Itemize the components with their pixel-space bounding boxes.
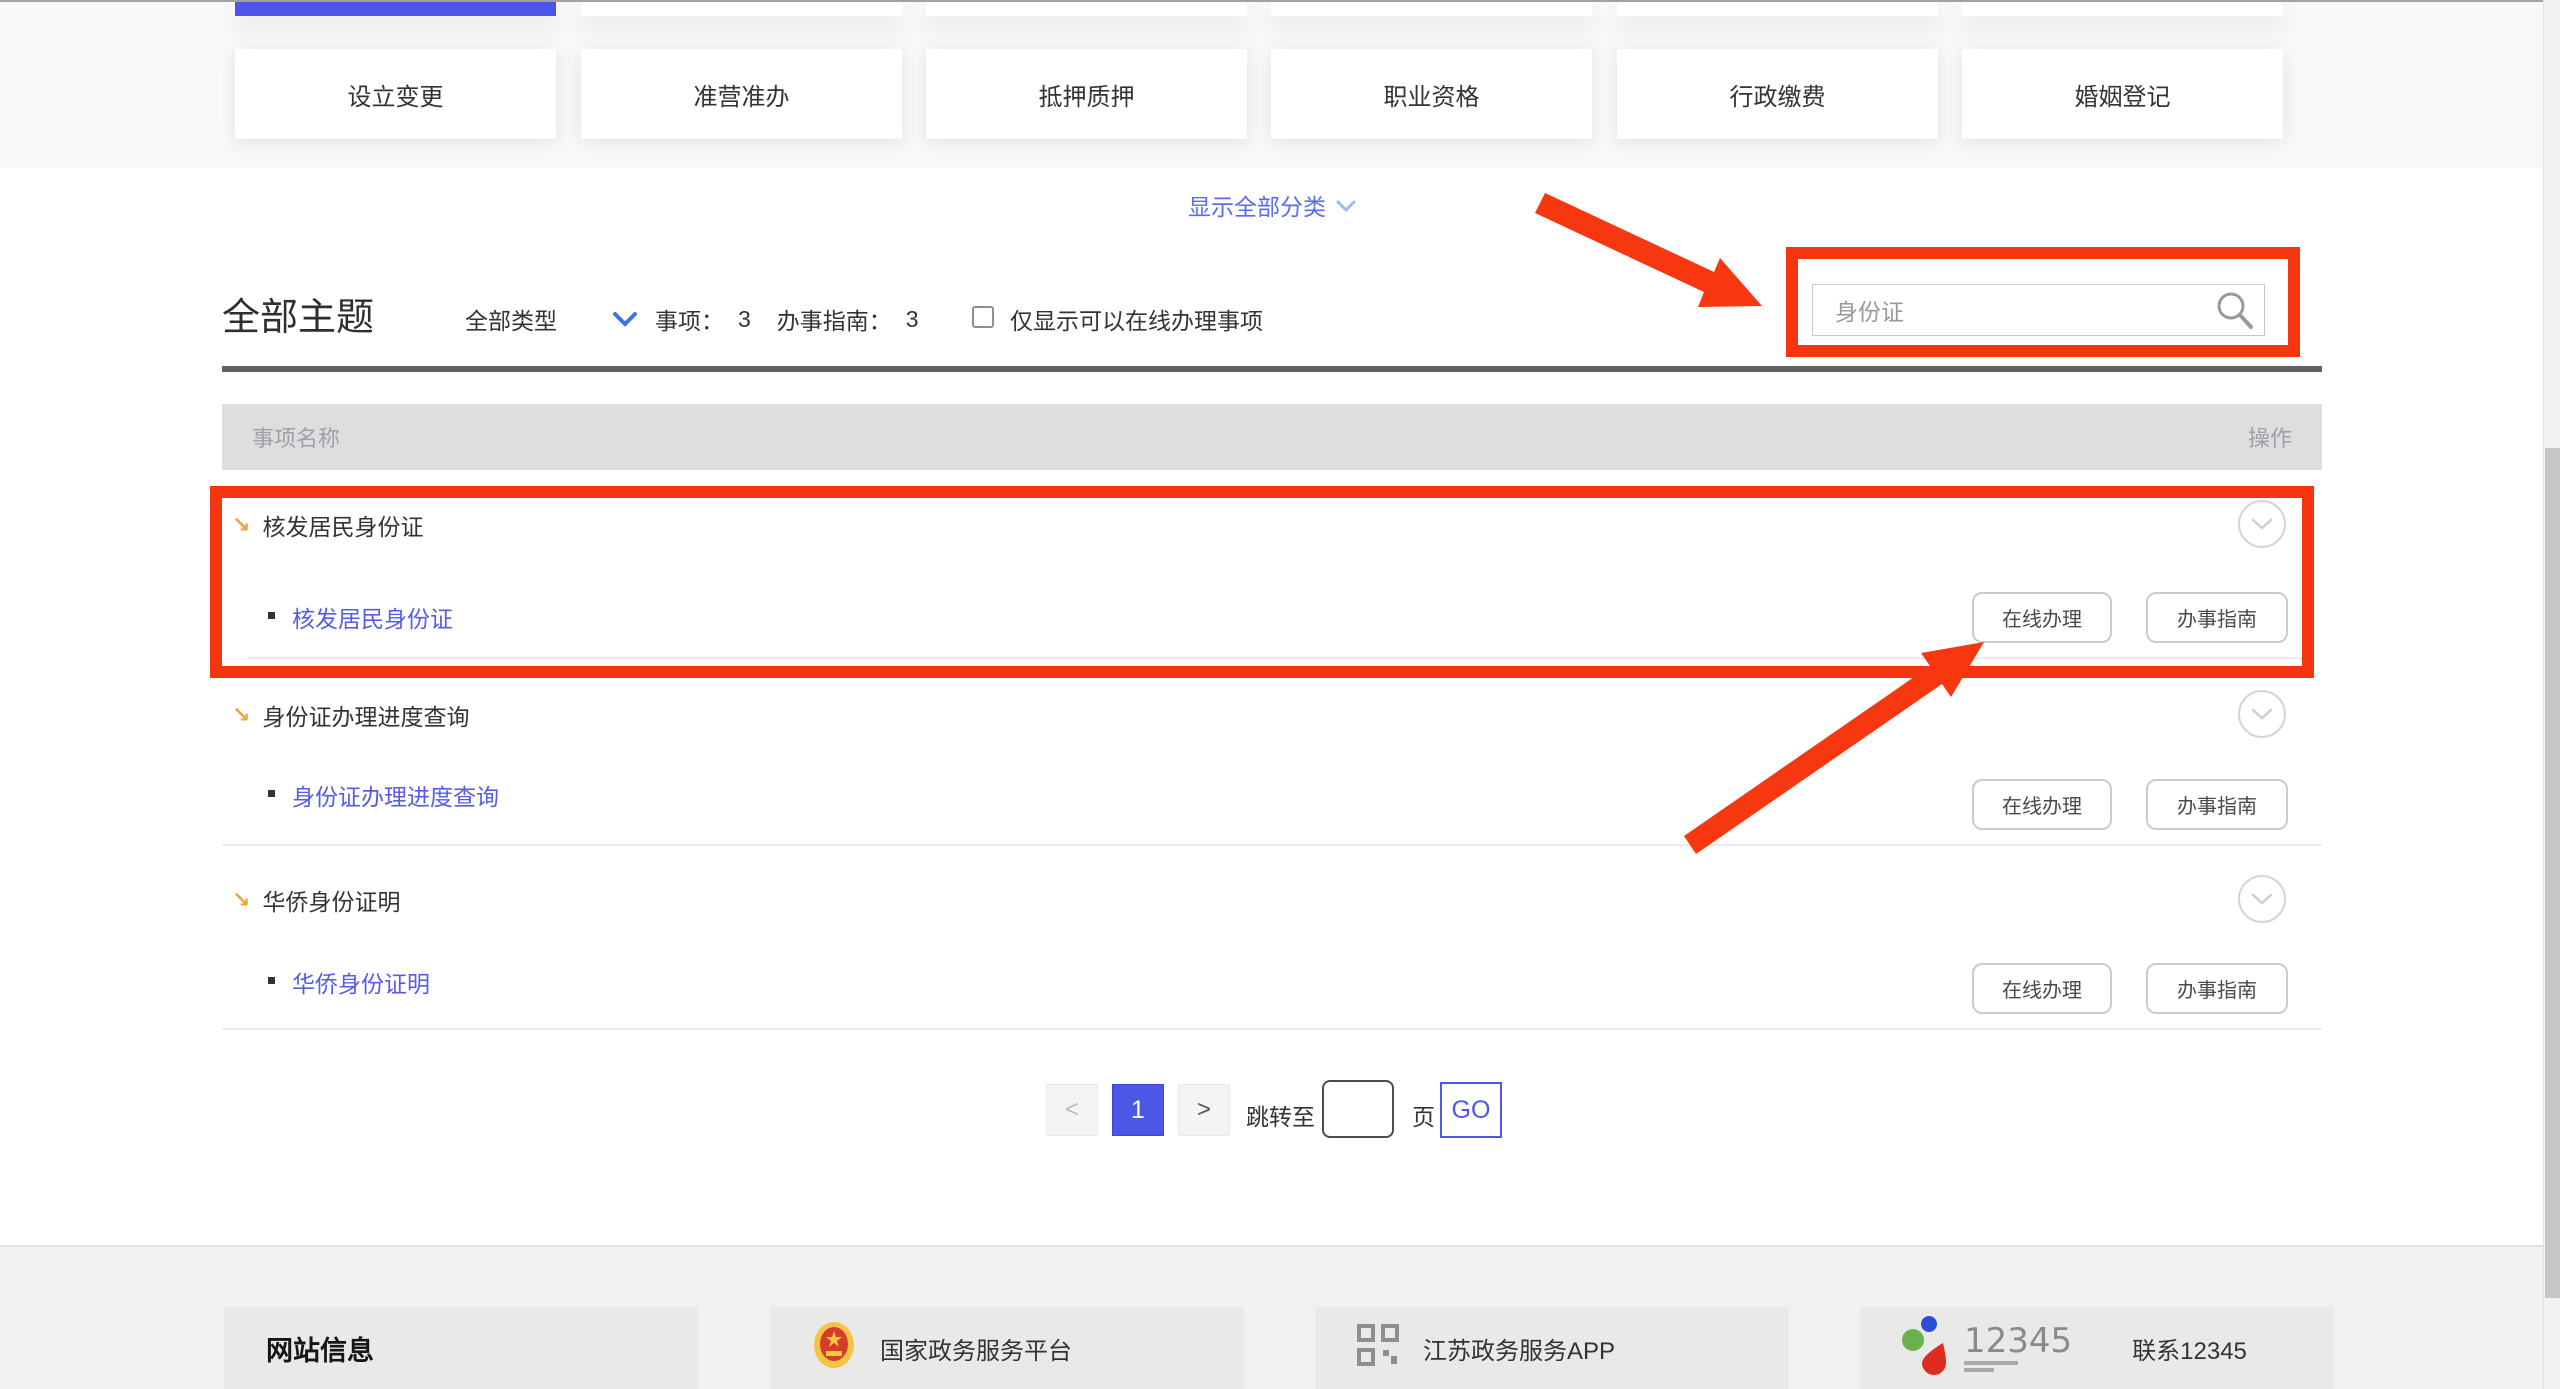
items-label: 事项： <box>655 302 724 336</box>
category-card-mortgage[interactable]: 抵押质押 <box>926 49 1247 139</box>
table-row[interactable]: ↘ 华侨身份证明 <box>232 883 400 917</box>
jump-to-label: 跳转至 <box>1246 1098 1315 1132</box>
footer-site-info-card[interactable]: 网站信息 <box>224 1307 698 1389</box>
go-button[interactable]: GO <box>1440 1082 1502 1138</box>
category-card-partial[interactable] <box>1271 2 1592 16</box>
chevron-down-icon <box>1336 192 1356 219</box>
site-info-label: 网站信息 <box>266 1329 374 1368</box>
row-title-label: 核发居民身份证 <box>262 508 423 542</box>
scrollbar-thumb[interactable] <box>2545 448 2560 1298</box>
category-card-setup-change[interactable]: 设立变更 <box>235 49 556 139</box>
guides-count: 3 <box>906 306 919 333</box>
guide-button[interactable]: 办事指南 <box>2146 963 2288 1014</box>
type-dropdown[interactable]: 全部类型 <box>465 302 637 336</box>
jump-page-input[interactable] <box>1322 1080 1394 1138</box>
search-icon[interactable] <box>2214 290 2256 332</box>
expand-arrow-icon: ↘ <box>232 514 250 536</box>
hotline-label: 联系12345 <box>2132 1331 2247 1366</box>
bullet-icon <box>268 612 275 619</box>
annotation-rect-first-row <box>210 486 2314 678</box>
category-card-admin-fee[interactable]: 行政缴费 <box>1617 49 1938 139</box>
collapse-toggle[interactable] <box>2238 875 2286 923</box>
category-card-partial-selected[interactable] <box>235 2 556 16</box>
online-handle-button[interactable]: 在线办理 <box>1972 592 2112 643</box>
column-action: 操作 <box>2248 421 2292 453</box>
category-card-marriage[interactable]: 婚姻登记 <box>1962 49 2283 139</box>
online-only-checkbox[interactable] <box>972 306 994 328</box>
table-header: 事项名称 操作 <box>222 404 2322 470</box>
guide-button[interactable]: 办事指南 <box>2146 592 2288 643</box>
page-title: 全部主题 <box>222 286 374 341</box>
category-card-partial[interactable] <box>581 2 902 16</box>
guides-label: 办事指南： <box>777 302 892 336</box>
expand-arrow-icon: ↘ <box>232 704 250 726</box>
category-card-permit[interactable]: 准营准办 <box>581 49 902 139</box>
annotation-arrow-to-online-button <box>1684 642 1984 854</box>
bullet-icon <box>268 790 275 797</box>
search-input[interactable] <box>1813 285 2264 335</box>
row-divider <box>222 1028 2322 1030</box>
category-card-partial[interactable] <box>1962 2 2283 16</box>
footer-national-platform-card[interactable]: 国家政务服务平台 <box>770 1307 1244 1389</box>
column-item-name: 事项名称 <box>252 421 340 453</box>
current-page-button[interactable]: 1 <box>1112 1084 1164 1136</box>
hotline-logo-text: 12345 <box>1964 1324 2072 1358</box>
qr-code-icon <box>1357 1324 1399 1373</box>
search-box[interactable] <box>1812 284 2265 336</box>
footer-hotline-card[interactable]: 12345 联系12345 <box>1860 1307 2334 1389</box>
row-divider <box>248 657 2310 659</box>
service-link[interactable]: 身份证办理进度查询 <box>292 778 499 812</box>
table-row[interactable]: ↘ 核发居民身份证 <box>232 508 423 542</box>
prev-page-button[interactable]: < <box>1046 1084 1098 1136</box>
footer-jiangsu-app-card[interactable]: 江苏政务服务APP <box>1315 1307 1789 1389</box>
bullet-icon <box>268 977 275 984</box>
service-link[interactable]: 核发居民身份证 <box>292 600 453 634</box>
row-title-label: 身份证办理进度查询 <box>262 698 469 732</box>
national-emblem-icon <box>812 1321 856 1376</box>
table-top-border <box>222 366 2322 372</box>
show-all-categories-link[interactable]: 显示全部分类 <box>0 188 2544 222</box>
category-card-qualification[interactable]: 职业资格 <box>1271 49 1592 139</box>
show-all-categories-label: 显示全部分类 <box>1188 188 1326 222</box>
next-page-button[interactable]: > <box>1178 1084 1230 1136</box>
table-row[interactable]: ↘ 身份证办理进度查询 <box>232 698 469 732</box>
collapse-toggle[interactable] <box>2238 500 2286 548</box>
result-stats: 事项： 3 办事指南： 3 <box>655 302 945 336</box>
jiangsu-app-label: 江苏政务服务APP <box>1423 1331 1615 1366</box>
page: 设立变更 准营准办 抵押质押 职业资格 行政缴费 婚姻登记 显示全部分类 全部主… <box>0 0 2560 1389</box>
category-card-partial[interactable] <box>1617 2 1938 16</box>
items-count: 3 <box>738 306 751 333</box>
page-unit-label: 页 <box>1412 1098 1435 1132</box>
online-handle-button[interactable]: 在线办理 <box>1972 963 2112 1014</box>
service-link[interactable]: 华侨身份证明 <box>292 965 430 999</box>
collapse-toggle[interactable] <box>2238 690 2286 738</box>
type-dropdown-label: 全部类型 <box>465 302 557 336</box>
guide-button[interactable]: 办事指南 <box>2146 779 2288 830</box>
online-handle-button[interactable]: 在线办理 <box>1972 779 2112 830</box>
online-only-label: 仅显示可以在线办理事项 <box>1010 302 1263 336</box>
hotline-logo-small-print <box>1964 1361 2072 1372</box>
chevron-down-icon <box>613 306 637 333</box>
row-divider <box>222 844 2322 846</box>
category-card-partial[interactable] <box>926 2 1247 16</box>
expand-arrow-icon: ↘ <box>232 889 250 911</box>
national-platform-label: 国家政务服务平台 <box>880 1331 1072 1366</box>
hotline-12345-logo <box>1902 1315 1948 1382</box>
row-title-label: 华侨身份证明 <box>262 883 400 917</box>
